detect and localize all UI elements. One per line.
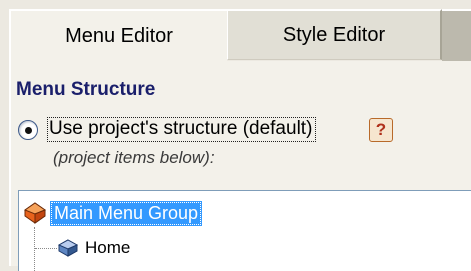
tab-strip: Menu Editor Style Editor [0, 0, 471, 62]
tab-menu-editor-label: Menu Editor [65, 25, 173, 47]
tree-connector-horizontal [35, 248, 57, 249]
tab-strip-edge [442, 9, 471, 62]
tab-style-editor[interactable]: Style Editor [227, 9, 442, 60]
help-button-label: ? [375, 120, 387, 139]
tab-style-editor-label: Style Editor [282, 23, 386, 46]
help-icon[interactable]: ? [369, 118, 393, 142]
radio-selected-dot [25, 127, 32, 134]
menu-tree[interactable]: Main Menu Group Home [18, 190, 471, 271]
tree-node-home-label: Home [85, 238, 131, 257]
tab-menu-editor[interactable]: Menu Editor [9, 9, 227, 62]
tree-node-main-menu-group-label: Main Menu Group [50, 200, 203, 226]
menu-group-icon [24, 202, 46, 224]
project-items-note: (project items below): [53, 148, 215, 167]
use-project-structure-radio[interactable] [18, 120, 38, 140]
tree-connector-vertical [34, 227, 35, 271]
use-project-structure-label[interactable]: Use project's structure (default) [46, 117, 317, 142]
tree-node-main-menu-group[interactable]: Main Menu Group [24, 200, 203, 226]
tree-node-home[interactable]: Home [58, 235, 130, 261]
menu-item-icon [58, 239, 78, 257]
section-title: Menu Structure [16, 79, 156, 100]
